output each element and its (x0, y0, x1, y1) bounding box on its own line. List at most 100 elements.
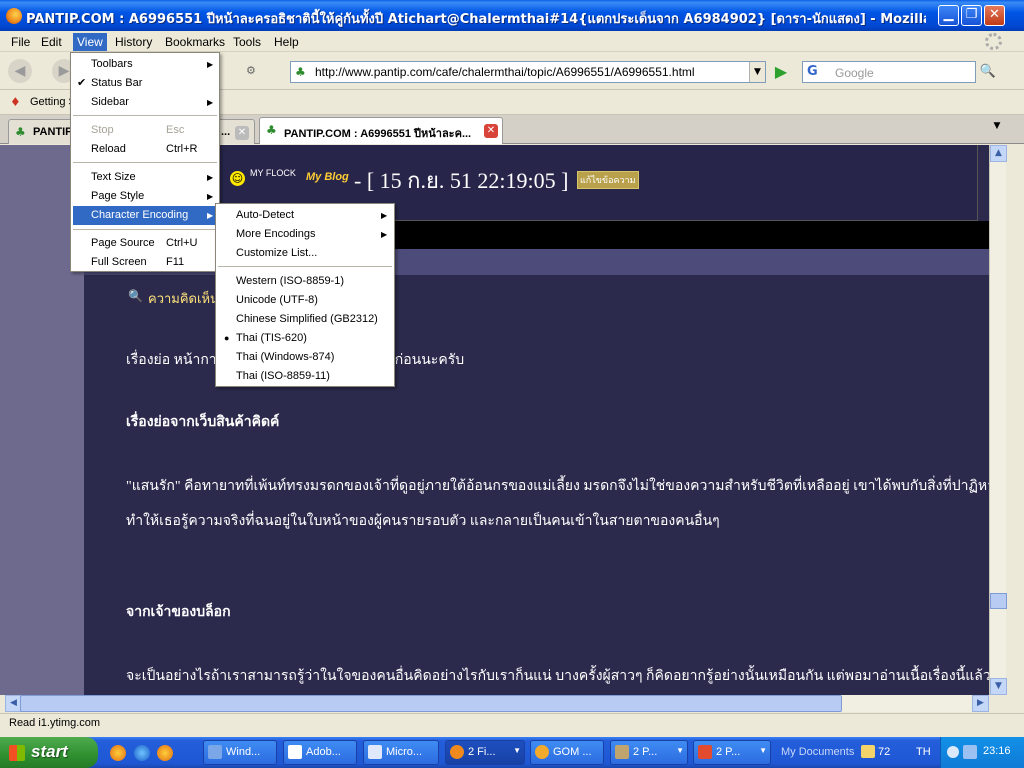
close-window-button[interactable]: ✕ (984, 5, 1005, 26)
menu-shortcut: Ctrl+U (166, 237, 198, 249)
menu-separator (73, 115, 217, 116)
tab-close-icon[interactable]: ✕ (235, 126, 249, 140)
horizontal-scrollbar[interactable]: ◀ ▶ (5, 695, 989, 712)
encoding-thai-windows874[interactable]: Thai (Windows-874) (216, 348, 394, 367)
tab-close-icon[interactable]: ✕ (484, 124, 498, 138)
taskbar-window-group-2[interactable]: 2 P... ▼ (693, 740, 771, 765)
view-menu-page-source[interactable]: Page Source Ctrl+U (71, 234, 219, 253)
taskbar-window-adobe[interactable]: Adob... (283, 740, 357, 765)
tray-arrow-icon[interactable] (947, 746, 959, 758)
quicklaunch-firefox-icon[interactable] (110, 745, 126, 761)
menu-file[interactable]: File (7, 33, 34, 51)
view-menu-toolbars[interactable]: Toolbars ▶ (71, 55, 219, 74)
url-bar[interactable]: ♣ http://www.pantip.com/cafe/chalermthai… (290, 61, 766, 83)
menu-tools[interactable]: Tools (229, 33, 265, 51)
view-menu-stop[interactable]: Stop Esc (71, 121, 219, 140)
menu-label: Thai (ISO-8859-11) (236, 370, 330, 382)
folder-count: 72 (878, 746, 891, 758)
encoding-customize-list[interactable]: Customize List... (216, 244, 394, 263)
status-bar: Read i1.ytimg.com (0, 713, 1024, 733)
quicklaunch-firefox2-icon[interactable] (157, 745, 173, 761)
submenu-arrow-icon: ▶ (207, 98, 214, 107)
taskbar-window-word[interactable]: Micro... (363, 740, 439, 765)
view-menu-page-style[interactable]: Page Style ▶ (71, 187, 219, 206)
group-dropdown-icon: ▼ (676, 746, 684, 755)
vertical-scrollbar[interactable]: ▲ ▼ (989, 145, 1007, 695)
synopsis-heading: เรื่องย่อจากเว็บสินค้าคิดค์ (126, 415, 280, 430)
explorer-icon (208, 745, 222, 759)
taskbar-window-group-1[interactable]: 2 P... ▼ (610, 740, 688, 765)
search-box[interactable]: G Google (802, 61, 976, 83)
view-menu-character-encoding[interactable]: Character Encoding ▶ (73, 206, 219, 225)
quicklaunch-ie-icon[interactable] (134, 745, 150, 761)
search-engine-icon[interactable]: G (807, 64, 818, 79)
my-documents-toolbar[interactable]: My Documents (781, 746, 854, 758)
encoding-western[interactable]: Western (ISO-8859-1) (216, 272, 394, 291)
view-menu-text-size[interactable]: Text Size ▶ (71, 168, 219, 187)
group-dropdown-icon: ▼ (513, 746, 521, 755)
language-indicator[interactable]: TH (916, 746, 931, 758)
horizontal-scroll-thumb[interactable] (20, 695, 842, 712)
edit-message-button[interactable]: แก้ไขข้อความ (577, 171, 639, 189)
windows-logo-icon (9, 745, 25, 761)
view-menu-status-bar[interactable]: ✔ Status Bar (71, 74, 219, 93)
menu-history[interactable]: History (111, 33, 156, 51)
view-menu-reload[interactable]: Reload Ctrl+R (71, 140, 219, 159)
checkmark-icon: ✔ (77, 77, 87, 89)
menu-label: Customize List... (236, 247, 318, 259)
encoding-thai-iso885911[interactable]: Thai (ISO-8859-11) (216, 367, 394, 386)
scroll-down-icon[interactable]: ▼ (990, 678, 1007, 695)
tab-pantip-1[interactable]: ♣ PANTIP (8, 119, 78, 144)
vertical-scroll-thumb[interactable] (990, 593, 1007, 609)
tab-list-dropdown-icon[interactable]: ▼ (990, 121, 1004, 137)
task-label: Adob... (306, 746, 341, 758)
task-label: 2 P... (633, 746, 658, 758)
maximize-button[interactable]: ❐ (961, 5, 982, 26)
radio-selected-icon: ● (224, 333, 230, 343)
menu-label: More Encodings (236, 228, 316, 240)
start-button[interactable]: start (0, 737, 98, 768)
scroll-right-icon[interactable]: ▶ (972, 695, 989, 712)
title-bar[interactable]: PANTIP.COM : A6996551 ปีหน้าละครอธิชาติน… (0, 0, 1024, 31)
encoding-unicode[interactable]: Unicode (UTF-8) (216, 291, 394, 310)
search-icon[interactable]: 🔍 (978, 61, 998, 83)
view-menu-sidebar[interactable]: Sidebar ▶ (71, 93, 219, 112)
task-label: 2 Fi... (468, 746, 496, 758)
taskbar-window-firefox[interactable]: 2 Fi... ▼ (445, 740, 525, 765)
go-button[interactable]: ▶ (770, 61, 792, 83)
menu-bookmarks[interactable]: Bookmarks (161, 33, 229, 51)
menu-edit[interactable]: Edit (37, 33, 66, 51)
encoding-auto-detect[interactable]: Auto-Detect ▶ (216, 206, 394, 225)
start-label: start (31, 742, 68, 761)
window-title: PANTIP.COM : A6996551 ปีหน้าละครอธิชาติน… (26, 12, 926, 27)
system-tray: 23:16 (940, 737, 1024, 768)
taskbar-window-explorer[interactable]: Wind... (203, 740, 277, 765)
myflock-link[interactable]: MY FLOCK (250, 169, 296, 178)
submenu-arrow-icon: ▶ (207, 192, 214, 201)
network-icon[interactable] (963, 745, 977, 759)
bookmark-getting-started[interactable]: Getting S (30, 96, 76, 108)
folder-icon[interactable] (861, 745, 875, 758)
menu-separator (218, 266, 392, 267)
url-history-dropdown-icon[interactable]: ▼ (749, 62, 765, 82)
magnifier-icon: 🔍 (128, 289, 143, 303)
view-menu-full-screen[interactable]: Full Screen F11 (71, 253, 219, 272)
tab-pantip-active[interactable]: ♣ PANTIP.COM : A6996551 ปีหน้าละค... ✕ (259, 117, 503, 144)
adobe-icon (288, 745, 302, 759)
menu-view[interactable]: View (73, 33, 107, 51)
scroll-up-icon[interactable]: ▲ (990, 145, 1007, 162)
back-button[interactable]: ◀ (8, 59, 32, 83)
myblog-link[interactable]: My Blog (306, 171, 349, 183)
menu-label: Character Encoding (91, 209, 189, 221)
encoding-thai-tis620[interactable]: ● Thai (TIS-620) (216, 329, 394, 348)
url-text[interactable]: http://www.pantip.com/cafe/chalermthai/t… (315, 65, 695, 79)
taskbar-window-gom[interactable]: GOM ... (530, 740, 604, 765)
menu-label: Auto-Detect (236, 209, 295, 221)
minimize-button[interactable]: ▁ (938, 5, 959, 26)
comment-link[interactable]: ความคิดเห็น (148, 288, 219, 309)
menu-help[interactable]: Help (270, 33, 303, 51)
encoding-chinese-simplified[interactable]: Chinese Simplified (GB2312) (216, 310, 394, 329)
encoding-more-encodings[interactable]: More Encodings ▶ (216, 225, 394, 244)
menu-label: Reload (91, 143, 126, 155)
view-menu-dropdown: Toolbars ▶ ✔ Status Bar Sidebar ▶ Stop E… (70, 52, 220, 272)
